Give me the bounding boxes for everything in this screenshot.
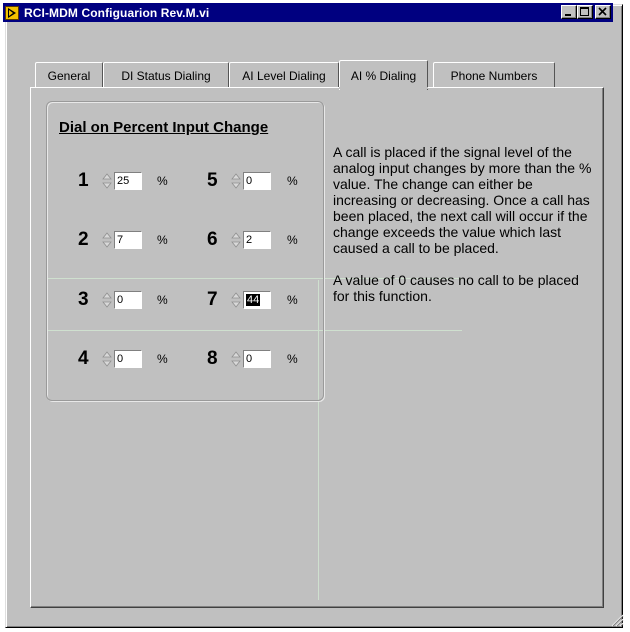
field-value: 44 [246,294,261,306]
percent-unit: % [157,293,168,307]
maximize-icon [580,7,589,16]
channel-label: 3 [78,289,89,310]
channel-label: 8 [207,348,218,369]
app-icon[interactable] [5,5,19,20]
percent-unit: % [287,233,298,247]
tab-label: AI % Dialing [350,68,417,83]
tab-di-status-dialing[interactable]: DI Status Dialing [103,62,229,88]
channel-4: 4 0 % [78,348,178,370]
active-tab-joint [339,87,428,89]
channel-7: 7 44 % [207,289,307,311]
channel-6: 6 2 % [207,229,307,251]
close-button[interactable] [595,5,611,19]
channel-8-value-field[interactable]: 0 [243,350,271,368]
maximize-button[interactable] [577,5,593,19]
field-value: 0 [117,294,124,306]
channel-label: 1 [78,170,89,191]
title-buttons [561,5,611,19]
percent-unit: % [287,174,298,188]
channel-4-value-field[interactable]: 0 [114,350,142,368]
percent-unit: % [157,233,168,247]
channel-label: 4 [78,348,89,369]
spinner-arrows-icon[interactable] [102,351,112,367]
spinner-arrows-icon[interactable] [231,292,241,308]
channel-5: 5 0 % [207,170,307,192]
field-value: 2 [246,234,253,246]
channel-label: 6 [207,229,218,250]
channel-7-value-field[interactable]: 44 [243,291,271,309]
percent-unit: % [157,174,168,188]
tab-label: General [47,68,91,83]
channel-1-value-field[interactable]: 25 [114,172,142,190]
percent-unit: % [157,352,168,366]
spinner-arrows-icon[interactable] [102,232,112,248]
field-value: 25 [117,175,130,187]
percent-unit: % [287,352,298,366]
spinner-arrows-icon[interactable] [231,351,241,367]
tab-ai-level-dialing[interactable]: AI Level Dialing [229,62,339,88]
channel-label: 2 [78,229,89,250]
tab-general[interactable]: General [35,62,103,88]
tab-label: Phone Numbers [450,68,538,83]
field-value: 0 [117,353,124,365]
minimize-button[interactable] [561,5,577,19]
description-paragraph: A call is placed if the signal level of … [333,144,592,256]
field-value: 0 [246,353,253,365]
channel-5-value-field[interactable]: 0 [243,172,271,190]
spinner-arrows-icon[interactable] [231,232,241,248]
title-bar[interactable]: RCI-MDM Configuarion Rev.M.vi [3,3,613,22]
minimize-icon [565,14,571,16]
spinner-arrows-icon[interactable] [102,292,112,308]
description-text: A call is placed if the signal level of … [333,144,597,304]
tab-label: DI Status Dialing [121,68,211,83]
tab-phone-numbers[interactable]: Phone Numbers [433,62,555,88]
window-title: RCI-MDM Configuarion Rev.M.vi [24,5,210,20]
channel-6-value-field[interactable]: 2 [243,231,271,249]
channel-label: 5 [207,170,218,191]
channel-2: 2 7 % [78,229,178,251]
resize-grip-icon[interactable] [611,614,624,627]
spinner-arrows-icon[interactable] [231,173,241,189]
field-value: 0 [246,175,253,187]
group-title: Dial on Percent Input Change [59,119,269,136]
field-value: 7 [117,234,124,246]
channel-3: 3 0 % [78,289,178,311]
channel-8: 8 0 % [207,348,307,370]
percent-unit: % [287,293,298,307]
close-icon [598,7,607,16]
channel-1: 1 25 % [78,170,178,192]
tab-label: AI Level Dialing [242,68,326,83]
channel-label: 7 [207,289,218,310]
channel-2-value-field[interactable]: 7 [114,231,142,249]
tab-ai-percent-dialing[interactable]: AI % Dialing [339,60,428,90]
description-paragraph: A value of 0 causes no call to be placed… [333,272,579,304]
channel-3-value-field[interactable]: 0 [114,291,142,309]
spinner-arrows-icon[interactable] [102,173,112,189]
